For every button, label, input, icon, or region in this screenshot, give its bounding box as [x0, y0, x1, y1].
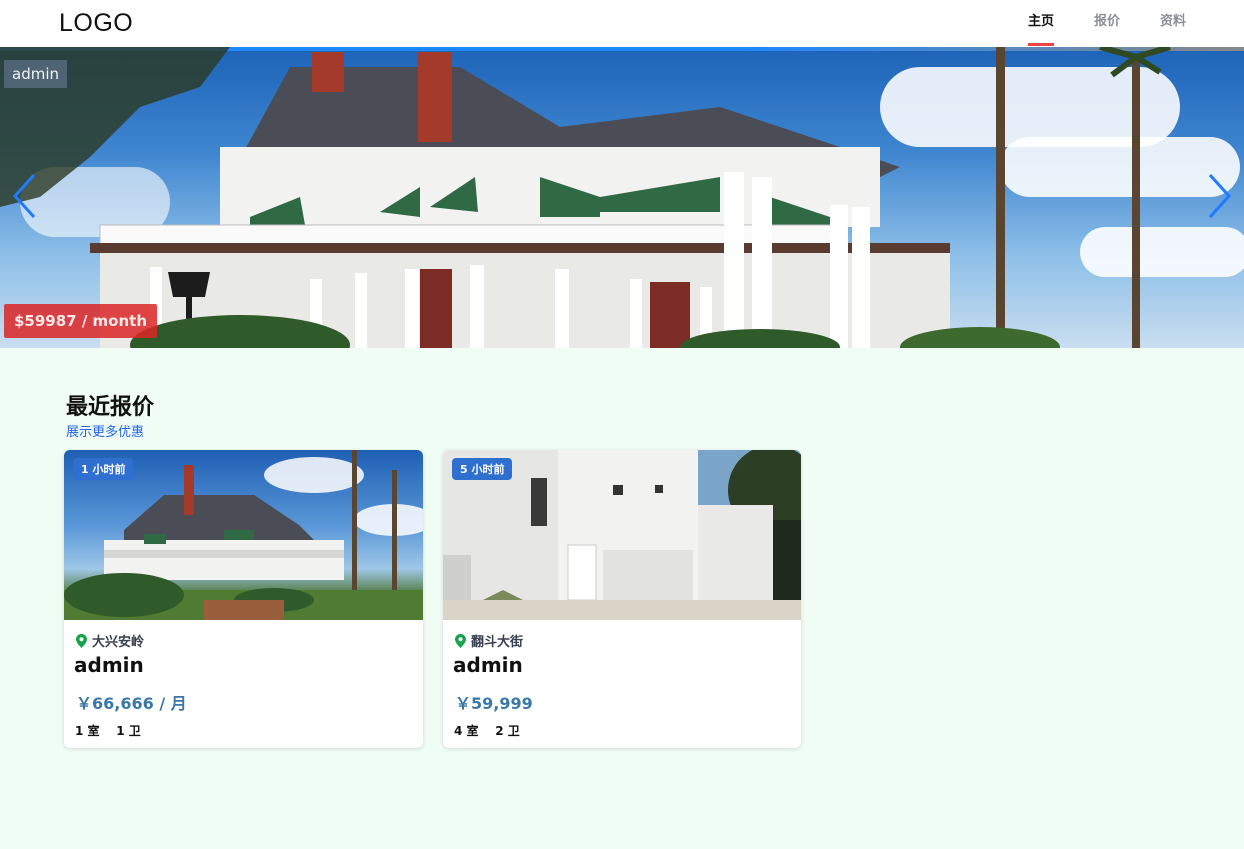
chevron-left-icon[interactable]	[12, 173, 36, 219]
nav-item-quotes[interactable]: 报价	[1094, 0, 1120, 47]
hero-carousel[interactable]: admin $59987 / month	[0, 47, 1244, 348]
time-badge: 5 小时前	[452, 458, 513, 480]
listing-specs: 1 室 1 卫	[75, 724, 141, 738]
hero-owner-tag: admin	[4, 60, 67, 88]
house-photo	[0, 47, 1171, 348]
listing-card[interactable]: 1 小时前 大兴安岭 admin ￥66,666 / 月 1 室 1 卫	[64, 450, 423, 748]
listing-card[interactable]: 5 小时前 翻斗大街 admin ￥59,999 4 室 2 卫	[443, 450, 801, 748]
listing-location: 翻斗大街	[455, 631, 523, 650]
location-text: 翻斗大街	[471, 635, 524, 650]
time-badge: 1 小时前	[73, 458, 134, 480]
location-pin-icon	[455, 633, 466, 648]
listing-location: 大兴安岭	[76, 631, 144, 650]
listing-price: ￥66,666 / 月	[76, 694, 187, 713]
top-navbar: LOGO 主页 报价 资料	[0, 0, 1244, 47]
listing-image: 5 小时前	[443, 450, 801, 620]
hero-price-badge: $59987 / month	[4, 304, 158, 338]
main-nav: 主页 报价 资料	[1027, 0, 1186, 47]
show-more-link[interactable]: 展示更多优惠	[66, 421, 144, 440]
listing-specs: 4 室 2 卫	[454, 724, 520, 738]
location-pin-icon	[76, 633, 87, 648]
chevron-right-icon[interactable]	[1208, 173, 1232, 219]
listing-price: ￥59,999	[455, 694, 533, 713]
logo[interactable]: LOGO	[59, 9, 133, 38]
nav-item-profile[interactable]: 资料	[1160, 0, 1186, 47]
listing-image: 1 小时前	[64, 450, 423, 620]
listing-name: admin	[74, 653, 144, 677]
listing-name: admin	[453, 653, 523, 677]
nav-item-home[interactable]: 主页	[1027, 0, 1054, 47]
location-text: 大兴安岭	[92, 635, 145, 650]
section-title: 最近报价	[66, 395, 155, 420]
